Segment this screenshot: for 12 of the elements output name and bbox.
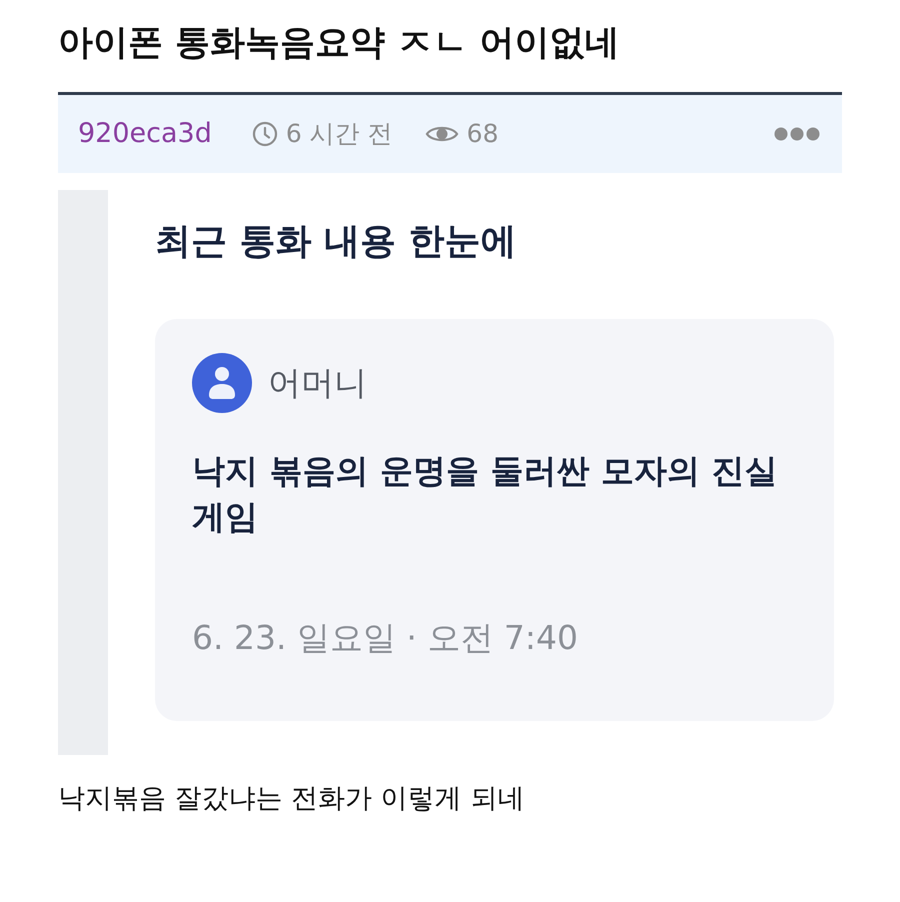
screenshot-heading: 최근 통화 내용 한눈에 — [155, 220, 518, 264]
call-summary: 낙지 볶음의 운명을 둘러싼 모자의 진실 게임 — [192, 450, 778, 538]
call-date: 6. 23. 일요일 · 오전 7:40 — [192, 616, 580, 659]
view-count: 68 — [466, 118, 498, 150]
post-title: 아이폰 통화녹음요약 ㅈㄴ 어이없네 — [58, 22, 621, 64]
post-caption: 낙지볶음 잘갔냐는 전화가 이렇게 되네 — [58, 782, 526, 816]
author-link[interactable]: 920eca3d — [78, 114, 212, 154]
more-button[interactable] — [774, 127, 820, 141]
avatar-icon — [192, 353, 252, 414]
clock-icon — [252, 121, 278, 147]
contact-name: 어머니 — [268, 362, 367, 404]
post-time: 6 시간 전 — [286, 118, 393, 150]
